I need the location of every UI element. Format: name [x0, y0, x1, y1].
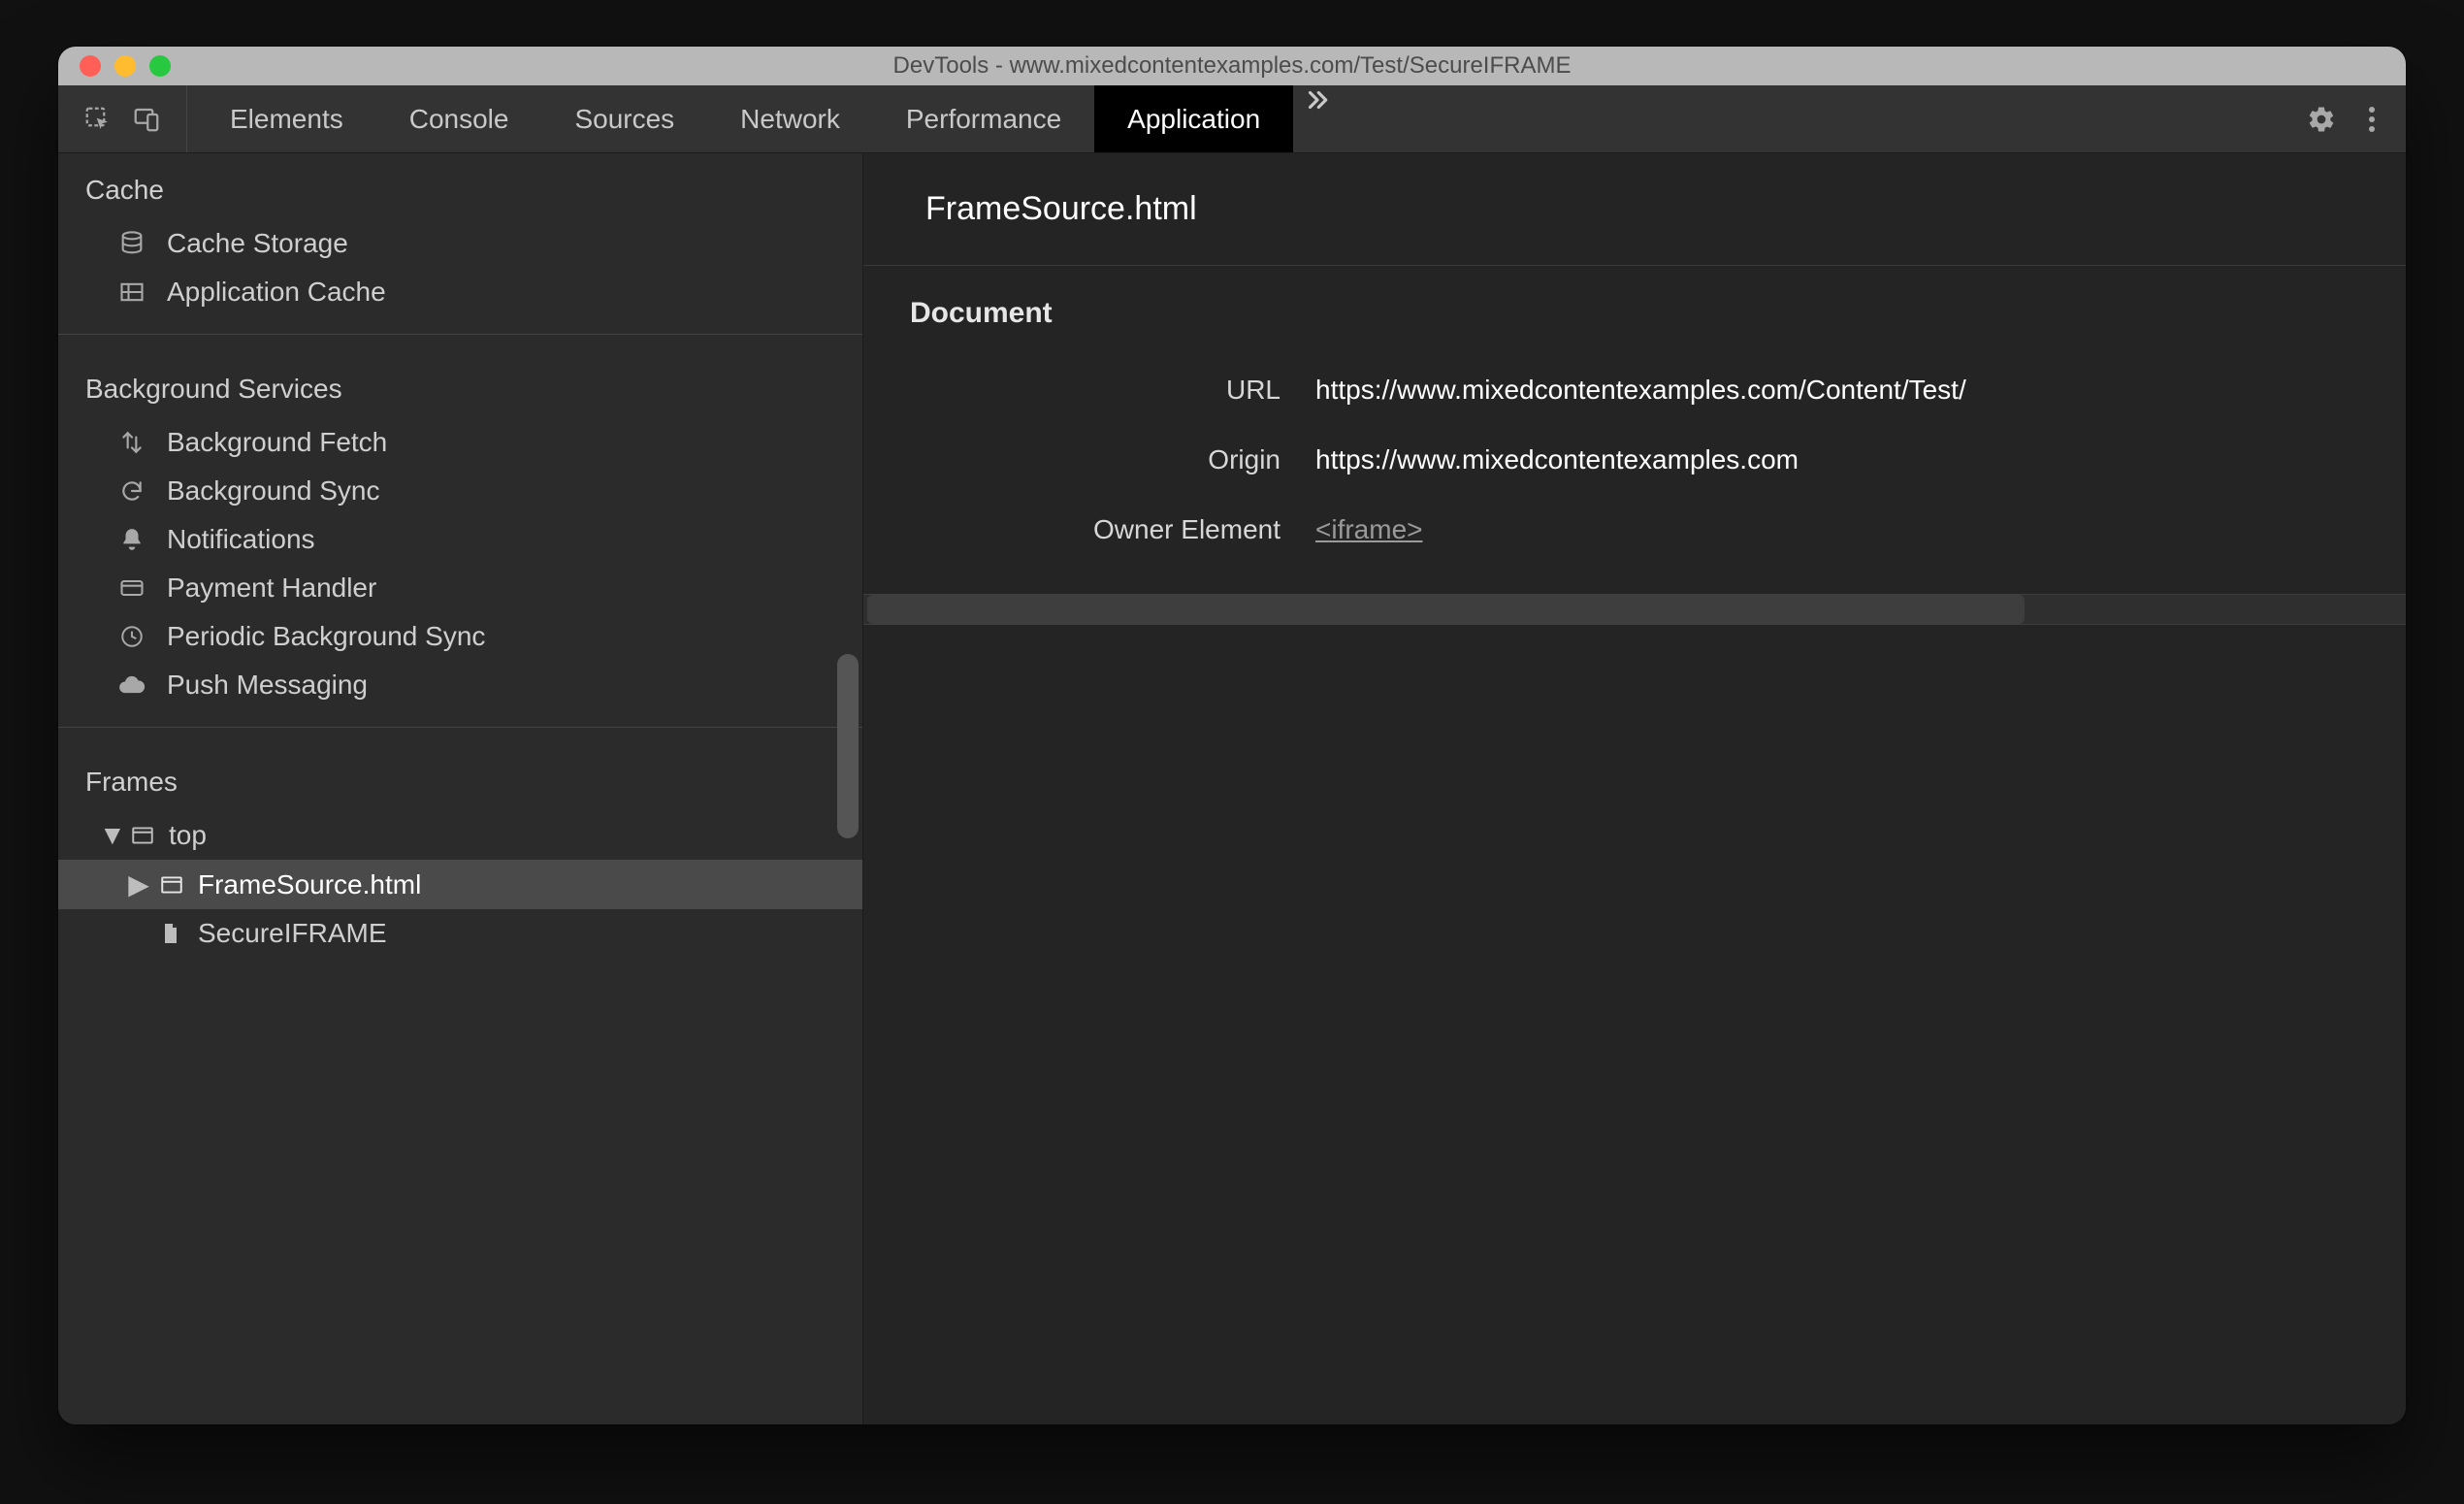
- field-label: Owner Element: [863, 514, 1281, 545]
- tab-label: Network: [740, 104, 840, 135]
- sidebar-item-background-sync[interactable]: Background Sync: [58, 467, 862, 515]
- devtools-toolbar: Elements Console Sources Network Perform…: [58, 85, 2406, 153]
- tab-label: Elements: [230, 104, 343, 135]
- field-value: https://www.mixedcontentexamples.com: [1315, 444, 2406, 475]
- window-controls: [58, 55, 171, 77]
- window-title: DevTools - www.mixedcontentexamples.com/…: [58, 52, 2406, 80]
- owner-element-link[interactable]: <iframe>: [1315, 514, 2406, 545]
- tab-label: Application: [1127, 104, 1260, 135]
- chevron-right-icon[interactable]: ▶: [128, 868, 149, 900]
- devtools-window: DevTools - www.mixedcontentexamples.com/…: [58, 47, 2406, 1424]
- sidebar-item-label: Notifications: [167, 524, 315, 555]
- tree-label: FrameSource.html: [198, 869, 421, 900]
- tab-elements[interactable]: Elements: [197, 85, 376, 152]
- sidebar-item-label: Cache Storage: [167, 228, 348, 259]
- sidebar-item-application-cache[interactable]: Application Cache: [58, 268, 862, 316]
- sync-icon: [114, 478, 149, 504]
- panel-body: Cache Cache Storage: [58, 153, 2406, 1424]
- sidebar-item-push-messaging[interactable]: Push Messaging: [58, 661, 862, 709]
- frames-tree-secureiframe[interactable]: SecureIFRAME: [58, 909, 862, 958]
- field-url: URL https://www.mixedcontentexamples.com…: [863, 355, 2406, 425]
- bell-icon: [114, 527, 149, 552]
- sidebar-scrollbar[interactable]: [837, 654, 859, 838]
- tree-label: SecureIFRAME: [198, 918, 387, 949]
- tab-sources[interactable]: Sources: [541, 85, 707, 152]
- frames-tree-framesource[interactable]: ▶ FrameSource.html: [58, 860, 862, 909]
- sidebar-item-periodic-background-sync[interactable]: Periodic Background Sync: [58, 612, 862, 661]
- sidebar-item-label: Application Cache: [167, 277, 386, 308]
- toolbar-right-icons: [2286, 85, 2406, 152]
- tab-application[interactable]: Application: [1094, 85, 1293, 152]
- application-sidebar: Cache Cache Storage: [58, 153, 863, 1424]
- field-value: https://www.mixedcontentexamples.com/Con…: [1315, 375, 2406, 406]
- sidebar-item-payment-handler[interactable]: Payment Handler: [58, 564, 862, 612]
- section-document-title: Document: [863, 266, 2406, 355]
- sidebar-item-label: Payment Handler: [167, 572, 376, 604]
- main-horizontal-scrollbar-track[interactable]: [863, 594, 2406, 625]
- zoom-window-button[interactable]: [149, 55, 171, 77]
- card-icon: [114, 574, 149, 602]
- frame-details-title: FrameSource.html: [863, 153, 2406, 266]
- chevron-down-icon[interactable]: ▼: [99, 820, 120, 851]
- sidebar-item-notifications[interactable]: Notifications: [58, 515, 862, 564]
- cloud-icon: [114, 671, 149, 699]
- sidebar-group-background-services: Background Services: [58, 352, 862, 418]
- tree-label: top: [169, 820, 207, 851]
- inspect-element-icon[interactable]: [83, 105, 113, 134]
- sidebar-group-cache: Cache: [58, 153, 862, 219]
- sidebar-group-frames: Frames: [58, 745, 862, 811]
- field-label: Origin: [863, 444, 1281, 475]
- device-toolbar-icon[interactable]: [132, 105, 161, 134]
- file-icon: [159, 921, 188, 946]
- tab-network[interactable]: Network: [707, 85, 873, 152]
- settings-icon[interactable]: [2307, 105, 2336, 134]
- sidebar-item-cache-storage[interactable]: Cache Storage: [58, 219, 862, 268]
- database-icon: [114, 230, 149, 257]
- field-label: URL: [863, 375, 1281, 406]
- field-owner-element: Owner Element <iframe>: [863, 495, 2406, 565]
- main-horizontal-scrollbar-thumb[interactable]: [867, 595, 2025, 624]
- sidebar-item-label: Push Messaging: [167, 670, 368, 701]
- clock-icon: [114, 624, 149, 649]
- minimize-window-button[interactable]: [114, 55, 136, 77]
- title-bar: DevTools - www.mixedcontentexamples.com/…: [58, 47, 2406, 85]
- transfer-icon: [114, 430, 149, 455]
- tab-label: Performance: [906, 104, 1061, 135]
- sidebar-item-label: Background Fetch: [167, 427, 387, 458]
- sidebar-divider: [58, 727, 862, 728]
- panel-tabs: Elements Console Sources Network Perform…: [187, 85, 2286, 152]
- window-icon: [159, 872, 188, 898]
- close-window-button[interactable]: [80, 55, 101, 77]
- frame-details-panel: FrameSource.html Document URL https://ww…: [863, 153, 2406, 1424]
- tab-console[interactable]: Console: [376, 85, 542, 152]
- kebab-menu-icon[interactable]: [2367, 105, 2377, 134]
- tab-performance[interactable]: Performance: [873, 85, 1094, 152]
- spacer: [128, 918, 149, 949]
- sidebar-divider: [58, 334, 862, 335]
- more-tabs-button[interactable]: [1293, 85, 1342, 152]
- tab-label: Console: [409, 104, 509, 135]
- field-origin: Origin https://www.mixedcontentexamples.…: [863, 425, 2406, 495]
- grid-icon: [114, 278, 149, 306]
- window-icon: [130, 823, 159, 848]
- sidebar-item-background-fetch[interactable]: Background Fetch: [58, 418, 862, 467]
- sidebar-item-label: Periodic Background Sync: [167, 621, 485, 652]
- toolbar-left-icons: [58, 85, 187, 152]
- frames-tree-top[interactable]: ▼ top: [58, 811, 862, 860]
- sidebar-item-label: Background Sync: [167, 475, 379, 507]
- tab-label: Sources: [574, 104, 674, 135]
